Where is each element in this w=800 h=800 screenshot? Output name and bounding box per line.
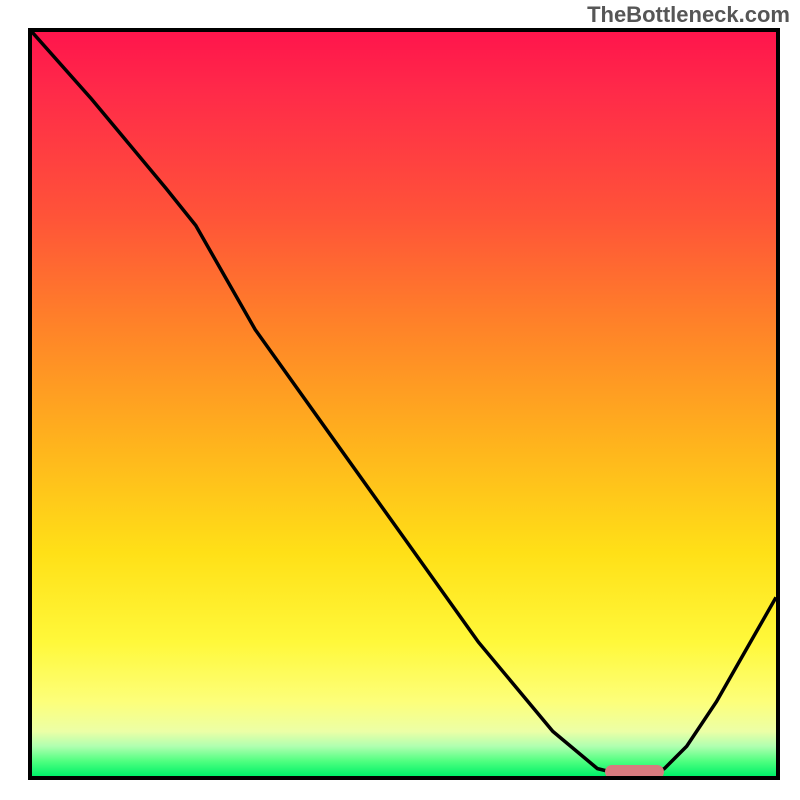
- bottleneck-curve-path: [32, 32, 776, 776]
- watermark-text: TheBottleneck.com: [587, 2, 790, 28]
- bottleneck-chart: TheBottleneck.com: [0, 0, 800, 800]
- optimal-zone-bar: [605, 765, 665, 779]
- plot-area: [28, 28, 780, 780]
- curve-svg: [32, 32, 776, 776]
